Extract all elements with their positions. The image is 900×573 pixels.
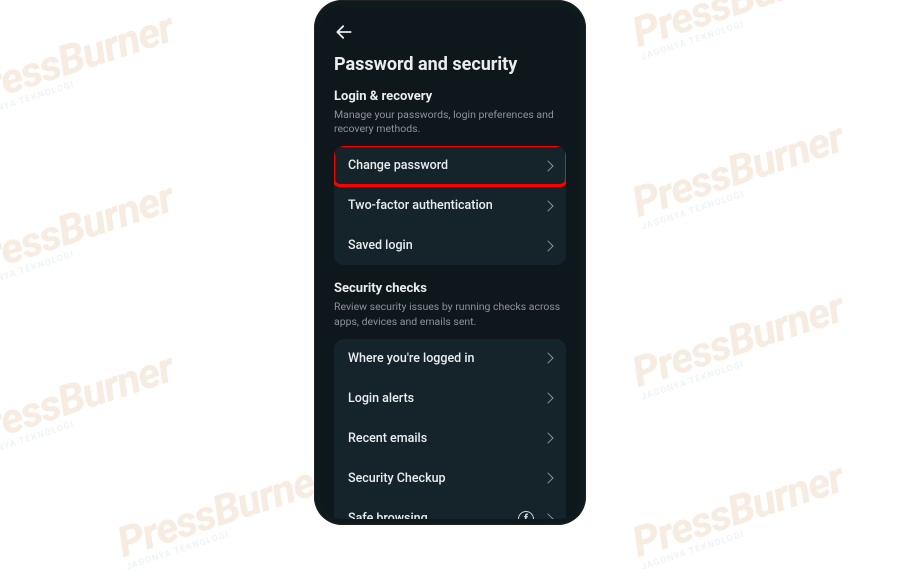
login-recovery-card: Change password Two-factor authenticatio… [334, 146, 566, 265]
row-saved-login[interactable]: Saved login [334, 225, 566, 265]
page-title: Password and security [334, 54, 566, 75]
chevron-right-icon [542, 473, 553, 484]
chevron-right-icon [542, 200, 553, 211]
section-login-title: Login & recovery [334, 89, 566, 104]
chevron-right-icon [542, 240, 553, 251]
row-label: Safe browsing [348, 511, 510, 519]
facebook-icon: f [518, 511, 534, 519]
screen: Password and security Login & recovery M… [320, 6, 580, 519]
row-two-factor[interactable]: Two-factor authentication [334, 185, 566, 225]
row-recent-emails[interactable]: Recent emails [334, 418, 566, 458]
row-safe-browsing[interactable]: Safe browsing f [334, 498, 566, 519]
row-security-checkup[interactable]: Security Checkup [334, 458, 566, 498]
row-label: Where you're logged in [348, 351, 536, 366]
chevron-right-icon [542, 433, 553, 444]
row-change-password[interactable]: Change password [334, 146, 566, 185]
security-checks-card: Where you're logged in Login alerts Rece… [334, 339, 566, 519]
chevron-right-icon [542, 160, 553, 171]
row-login-alerts[interactable]: Login alerts [334, 378, 566, 418]
section-checks-title: Security checks [334, 281, 566, 296]
row-label: Login alerts [348, 391, 536, 406]
watermark-brand: PressBurner [0, 7, 178, 114]
chevron-right-icon [542, 513, 553, 519]
section-checks-subtitle: Review security issues by running checks… [334, 300, 566, 328]
row-label: Change password [348, 158, 536, 173]
section-login-subtitle: Manage your passwords, login preferences… [334, 108, 566, 136]
watermark-tag: JAGONYA TEKNOLOGI [0, 45, 181, 122]
row-label: Saved login [348, 238, 536, 253]
row-label: Security Checkup [348, 471, 536, 486]
row-where-logged-in[interactable]: Where you're logged in [334, 339, 566, 378]
row-label: Two-factor authentication [348, 198, 536, 213]
row-label: Recent emails [348, 431, 536, 446]
chevron-right-icon [542, 393, 553, 404]
chevron-right-icon [542, 353, 553, 364]
back-arrow-icon[interactable] [334, 22, 354, 42]
phone-frame: Password and security Login & recovery M… [314, 0, 586, 525]
